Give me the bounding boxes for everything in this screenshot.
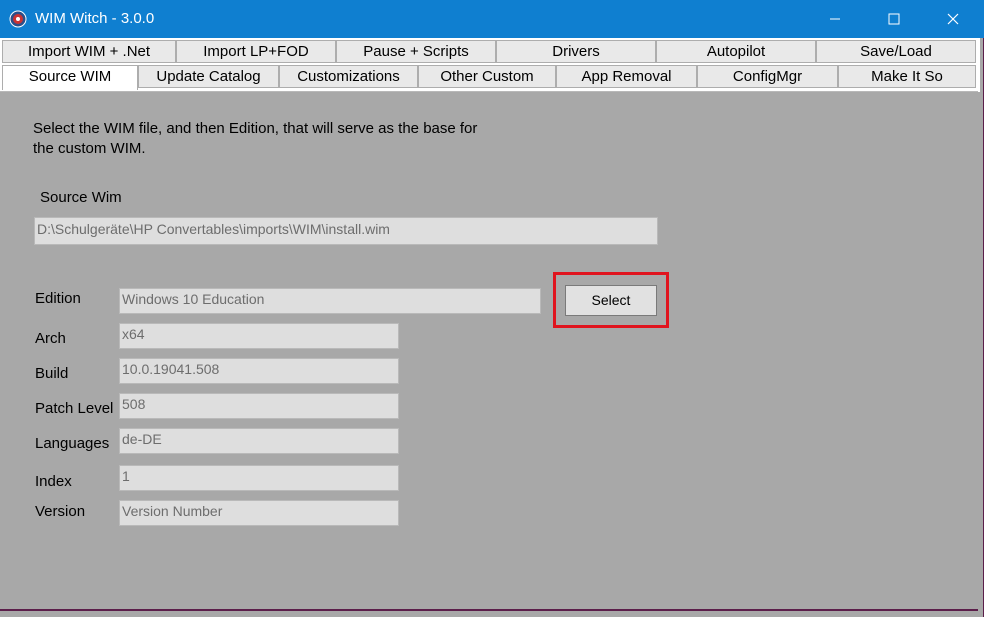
tab-pause-scripts[interactable]: Pause + Scripts xyxy=(336,40,496,63)
source-wim-panel xyxy=(0,91,978,611)
tab-autopilot[interactable]: Autopilot xyxy=(656,40,816,63)
tab-app-removal[interactable]: App Removal xyxy=(556,65,697,88)
patch-level-label: Patch Level xyxy=(35,400,114,417)
instructions-text: Select the WIM file, and then Edition, t… xyxy=(33,120,478,137)
instructions-text-line2: the custom WIM. xyxy=(33,140,146,157)
tab-save-load[interactable]: Save/Load xyxy=(816,40,976,63)
source-wim-label: Source Wim xyxy=(40,189,122,206)
edition-label: Edition xyxy=(35,290,81,307)
version-field[interactable]: Version Number xyxy=(119,500,399,526)
edition-field[interactable]: Windows 10 Education xyxy=(119,288,541,314)
app-logo-icon xyxy=(9,10,27,28)
tab-update-catalog[interactable]: Update Catalog xyxy=(138,65,279,88)
index-label: Index xyxy=(35,473,72,490)
tab-make-it-so[interactable]: Make It So xyxy=(838,65,976,88)
tab-strip: Import WIM + .Net Import LP+FOD Pause + … xyxy=(0,38,980,92)
maximize-button[interactable] xyxy=(871,0,917,38)
minimize-icon xyxy=(830,18,840,20)
tab-drivers[interactable]: Drivers xyxy=(496,40,656,63)
build-field[interactable]: 10.0.19041.508 xyxy=(119,358,399,384)
app-window: WIM Witch - 3.0.0 Import WIM + .Net Impo… xyxy=(0,0,984,617)
version-label: Version xyxy=(35,503,86,520)
tab-other-custom[interactable]: Other Custom xyxy=(418,65,556,88)
languages-label: Languages xyxy=(35,435,110,452)
source-wim-path-field[interactable]: D:\Schulgeräte\HP Convertables\imports\W… xyxy=(34,217,658,245)
arch-field[interactable]: x64 xyxy=(119,323,399,349)
arch-label: Arch xyxy=(35,330,66,347)
close-icon xyxy=(947,13,959,25)
index-field[interactable]: 1 xyxy=(119,465,399,491)
build-label: Build xyxy=(35,365,69,382)
close-button[interactable] xyxy=(930,0,976,38)
minimize-button[interactable] xyxy=(812,0,858,38)
maximize-icon xyxy=(888,13,900,25)
tab-import-lp-fod[interactable]: Import LP+FOD xyxy=(176,40,336,63)
languages-field[interactable]: de-DE xyxy=(119,428,399,454)
tab-source-wim[interactable]: Source WIM xyxy=(2,65,138,90)
tab-configmgr[interactable]: ConfigMgr xyxy=(697,65,838,88)
select-button[interactable]: Select xyxy=(565,285,657,316)
patch-level-field[interactable]: 508 xyxy=(119,393,399,419)
tab-import-wim-net[interactable]: Import WIM + .Net xyxy=(2,40,176,63)
title-bar[interactable]: WIM Witch - 3.0.0 xyxy=(0,0,984,38)
tab-customizations[interactable]: Customizations xyxy=(279,65,418,88)
window-title: WIM Witch - 3.0.0 xyxy=(35,10,155,27)
